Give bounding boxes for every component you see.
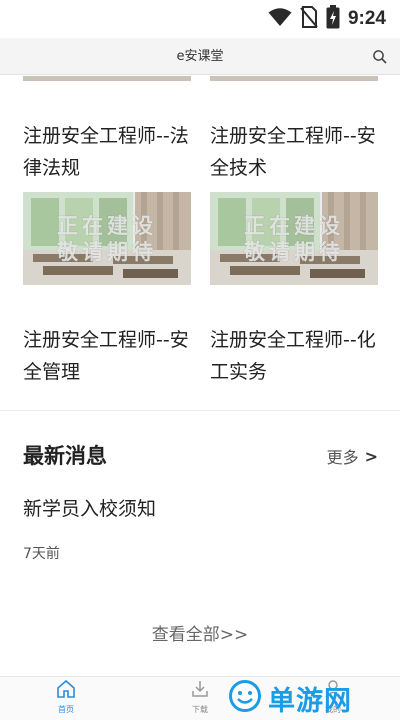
- tab-label-home: 首页: [58, 705, 74, 714]
- course-thumbnail-3[interactable]: 正在建设 敬请期待: [23, 192, 191, 285]
- watermark-text: 单游网: [268, 685, 352, 717]
- course-title-1[interactable]: 注册安全工程师--法律法规: [23, 120, 198, 184]
- news-item-title[interactable]: 新学员入校须知: [23, 494, 156, 521]
- image-overlay: 正在建设 敬请期待: [23, 192, 191, 285]
- overlay-line-1: 正在建设: [57, 213, 157, 238]
- course-thumbnail-2[interactable]: [210, 76, 378, 81]
- battery-charging-icon: [326, 5, 340, 33]
- overlay-line-2: 敬请期待: [57, 239, 157, 264]
- status-time: 9:24: [347, 8, 386, 29]
- news-item-time: 7天前: [23, 546, 60, 562]
- tab-home[interactable]: 首页: [36, 679, 96, 719]
- overlay-line-2: 敬请期待: [244, 239, 344, 264]
- course-title-2[interactable]: 注册安全工程师--安全技术: [210, 120, 385, 184]
- news-more-label: 更多: [326, 448, 359, 467]
- download-icon: [190, 679, 210, 703]
- overlay-line-1: 正在建设: [244, 213, 344, 238]
- wifi-icon: [268, 7, 292, 31]
- chevron-right-icon: >: [364, 446, 378, 466]
- smiley-icon: [228, 679, 262, 717]
- no-sim-icon: [300, 6, 318, 32]
- tab-label-download: 下载: [192, 705, 208, 714]
- course-title-4[interactable]: 注册安全工程师--化工实务: [210, 324, 385, 388]
- course-thumbnail-4[interactable]: 正在建设 敬请期待: [210, 192, 378, 285]
- watermark: 单游网: [228, 676, 352, 720]
- search-icon[interactable]: [372, 49, 388, 65]
- view-all-link[interactable]: 查看全部>>: [0, 620, 400, 645]
- news-heading: 最新消息: [23, 444, 107, 468]
- status-icons: 9:24: [268, 5, 386, 33]
- tab-download[interactable]: 下载: [170, 679, 230, 719]
- course-title-3[interactable]: 注册安全工程师--安全管理: [23, 324, 198, 388]
- news-more-link[interactable]: 更多 >: [327, 444, 378, 468]
- section-divider: [0, 410, 400, 411]
- app-header: e安课堂: [0, 38, 400, 75]
- status-bar: 9:24: [0, 0, 400, 38]
- course-thumbnail-1[interactable]: [23, 76, 191, 81]
- image-overlay: 正在建设 敬请期待: [210, 192, 378, 285]
- main-content[interactable]: 注册安全工程师--法律法规 注册安全工程师--安全技术 正在建设 敬请期待 正在…: [0, 76, 400, 675]
- home-icon: [56, 679, 76, 703]
- page-title: e安课堂: [176, 49, 224, 64]
